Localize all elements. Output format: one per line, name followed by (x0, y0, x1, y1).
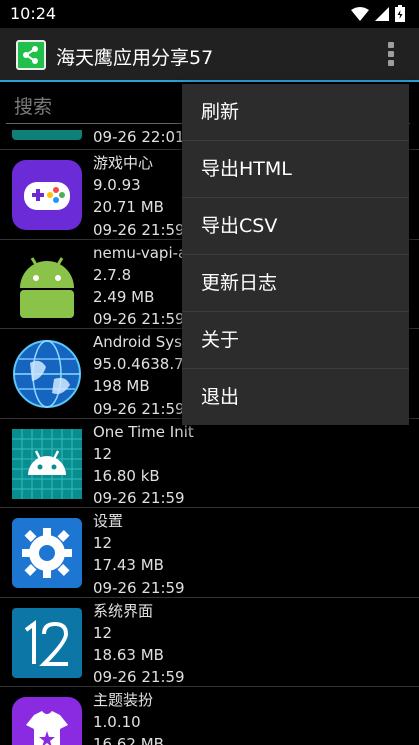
app-name: 主题装扮 (93, 691, 154, 709)
app-version: 2.7.8 (93, 265, 132, 284)
menu-item-export-html[interactable]: 导出HTML (182, 141, 409, 198)
android-grid-icon (12, 428, 82, 499)
game-controller-icon (12, 160, 82, 230)
status-icons (351, 5, 405, 22)
overflow-menu-button[interactable] (385, 42, 397, 70)
app-date: 09-26 21:59 (93, 489, 185, 508)
app-bar: 海天鹰应用分享57 (0, 28, 419, 82)
android-12-icon (12, 607, 82, 678)
status-time: 10:24 (10, 4, 57, 23)
settings-gear-icon (12, 518, 82, 588)
app-date: 09-26 21:59 (93, 668, 185, 687)
overflow-menu: 刷新 导出HTML 导出CSV 更新日志 关于 退出 (182, 84, 409, 425)
app-name: One Time Init (93, 422, 194, 441)
app-version: 12 (93, 534, 113, 553)
menu-item-export-csv[interactable]: 导出CSV (182, 198, 409, 255)
app-name: 系统界面 (93, 601, 154, 620)
app-date: 09-26 21:59 (93, 310, 185, 329)
menu-item-refresh[interactable]: 刷新 (182, 84, 409, 141)
app-version: 95.0.4638.7 (93, 355, 184, 374)
menu-item-exit[interactable]: 退出 (182, 369, 409, 426)
app-date: 09-26 21:59 (93, 220, 185, 239)
app-date: 09-26 22:01 (93, 130, 185, 146)
app-name: 设置 (93, 512, 124, 530)
theme-shirt-icon (12, 697, 82, 745)
app-size: 2.49 MB (93, 287, 155, 306)
app-size: 17.43 MB (93, 556, 164, 575)
menu-item-changelog[interactable]: 更新日志 (182, 255, 409, 312)
app-version: 9.0.93 (93, 176, 141, 195)
signal-icon (375, 6, 389, 21)
app-version: 12 (93, 623, 113, 642)
teal-grid-icon (12, 130, 82, 140)
app-date: 09-26 21:59 (93, 399, 185, 418)
app-size: 16.62 MB (93, 735, 164, 745)
battery-icon (395, 5, 405, 22)
list-item[interactable]: 设置 12 17.43 MB 09-26 21:59 (0, 508, 419, 598)
android-robot-icon (20, 256, 74, 318)
app-date: 09-26 21:59 (93, 578, 185, 597)
app-title: 海天鹰应用分享57 (56, 47, 214, 69)
app-size: 20.71 MB (93, 198, 164, 217)
app-size: 18.63 MB (93, 645, 164, 664)
list-item[interactable]: 主题装扮 1.0.10 16.62 MB (0, 687, 419, 745)
status-bar: 10:24 (0, 0, 419, 28)
list-item[interactable]: 系统界面 12 18.63 MB 09-26 21:59 (0, 598, 419, 687)
app-size: 198 MB (93, 377, 150, 396)
app-name: 游戏中心 (93, 154, 154, 172)
wifi-icon (351, 6, 369, 21)
app-name: nemu-vapi-a (93, 243, 188, 262)
share-icon (16, 40, 46, 70)
app-version: 12 (93, 444, 113, 463)
more-vert-icon (388, 42, 394, 48)
app-size: 16.80 kB (93, 466, 160, 485)
menu-item-about[interactable]: 关于 (182, 312, 409, 369)
list-item[interactable]: One Time Init 12 16.80 kB 09-26 21:59 (0, 419, 419, 508)
globe-icon (13, 340, 81, 408)
app-name: Android Syst (93, 333, 188, 351)
app-version: 1.0.10 (93, 713, 141, 732)
